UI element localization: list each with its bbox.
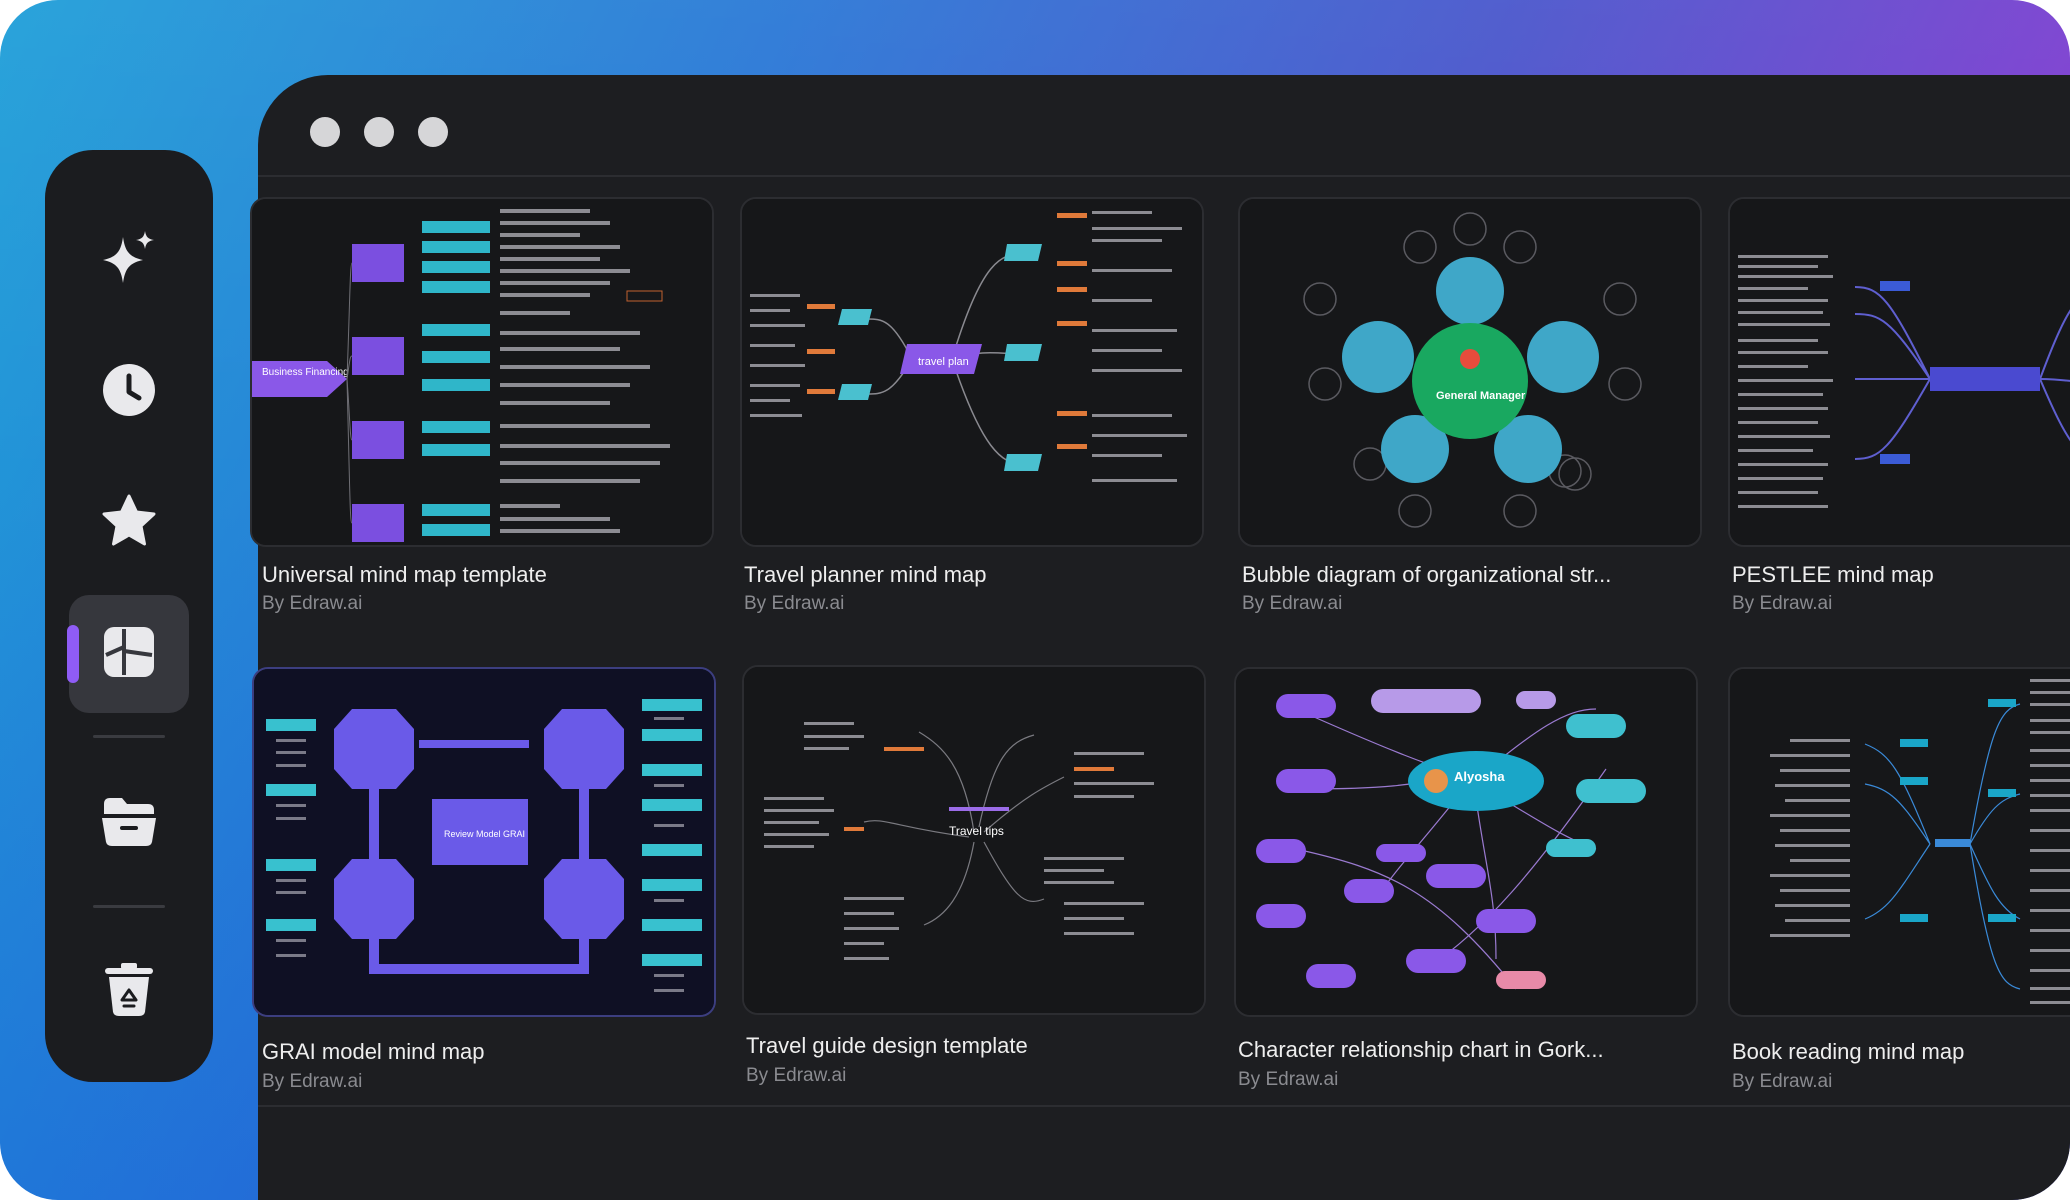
nav-favorites-button[interactable] (69, 464, 189, 582)
window-maximize-button[interactable] (418, 117, 448, 147)
thumb-label: General Manager (1436, 390, 1526, 402)
thumb-label: Travel tips (949, 824, 1004, 838)
template-author: By Edraw.ai (744, 593, 845, 614)
template-thumbnail[interactable]: Travel tips (742, 665, 1206, 1015)
template-thumbnail[interactable]: Business Financing Plan (250, 197, 714, 547)
content-divider (258, 1105, 2070, 1107)
recycle-bin-icon (103, 962, 155, 1023)
nav-templates-button[interactable] (67, 595, 189, 713)
template-title: Travel planner mind map (744, 562, 987, 587)
template-gallery-icon (102, 625, 156, 684)
thumb-label: Review Model GRAI (444, 829, 525, 839)
sidebar-divider (93, 905, 165, 908)
star-icon (100, 493, 158, 554)
template-thumbnail[interactable]: Alyosha (1234, 667, 1698, 1017)
window-close-button[interactable] (310, 117, 340, 147)
sidebar (45, 150, 213, 1082)
window-minimize-button[interactable] (364, 117, 394, 147)
template-thumbnail[interactable] (1728, 667, 2070, 1017)
sparkle-icon (99, 229, 159, 294)
desktop-background: Business Financing Plan Universal mind m… (0, 0, 2070, 1200)
template-title: Character relationship chart in Gork... (1238, 1037, 1604, 1062)
template-author: By Edraw.ai (262, 593, 363, 614)
template-title: Travel guide design template (746, 1033, 1028, 1058)
nav-recent-button[interactable] (69, 333, 189, 451)
main-window: Business Financing Plan Universal mind m… (250, 75, 2070, 1200)
titlebar-divider (258, 175, 2070, 177)
window-controls (310, 117, 448, 147)
template-author: By Edraw.ai (1732, 1071, 1833, 1092)
nav-ai-button[interactable] (69, 202, 189, 320)
nav-recycle-bin-button[interactable] (69, 933, 189, 1051)
template-author: By Edraw.ai (746, 1065, 847, 1086)
template-thumbnail[interactable] (1728, 197, 2070, 547)
clock-icon (101, 362, 157, 423)
template-thumbnail[interactable]: Review Model GRAI (252, 667, 716, 1017)
template-title: Bubble diagram of organizational str... (1242, 562, 1612, 587)
template-thumbnail[interactable]: travel plan (740, 197, 1204, 547)
template-thumbnail[interactable]: General Manager (1238, 197, 1702, 547)
template-title: GRAI model mind map (262, 1039, 485, 1064)
thumb-label: travel plan (918, 356, 969, 368)
nav-files-button[interactable] (69, 764, 189, 882)
thumb-label: Alyosha (1454, 769, 1505, 784)
template-title: Universal mind map template (262, 562, 547, 587)
template-author: By Edraw.ai (1238, 1069, 1339, 1090)
template-author: By Edraw.ai (1242, 593, 1343, 614)
folder-icon (100, 794, 158, 853)
template-title: Book reading mind map (1732, 1039, 1965, 1064)
sidebar-divider (93, 735, 165, 738)
template-author: By Edraw.ai (262, 1071, 363, 1092)
template-author: By Edraw.ai (1732, 593, 1833, 614)
template-title: PESTLEE mind map (1732, 562, 1934, 587)
